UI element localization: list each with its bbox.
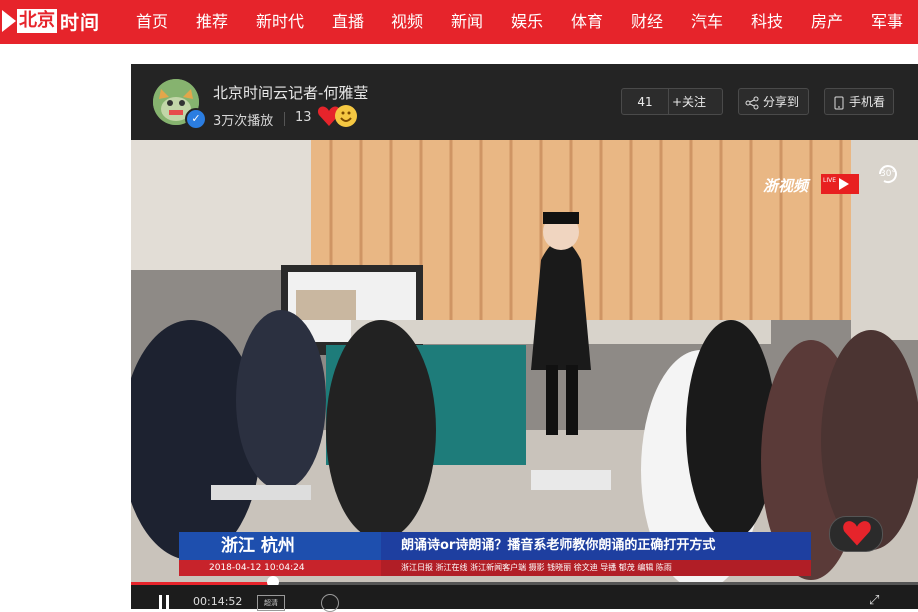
volume-icon[interactable] [321,594,339,612]
like-button[interactable] [829,516,883,552]
live-play-icon [839,178,849,190]
share-icon [745,89,759,116]
top-nav: 北京 时间 首页 推荐 新时代 直播 视频 新闻 娱乐 体育 财经 汽车 科技 … [0,0,918,44]
follower-count: 41 [622,89,669,114]
follow-button[interactable]: 41 +关注 [621,88,723,115]
video-player: ✓ 北京时间云记者-何雅莹 3万次播放 13 41 +关注 分享到 手机看 浙视… [131,64,918,612]
pause-icon[interactable] [159,595,169,609]
credits-banner: 浙江日报 浙江在线 浙江新闻客户端 摄影 钱晓丽 徐文迪 导播 郁茂 编辑 陈雨 [381,560,811,576]
nav-item-sports[interactable]: 体育 [571,11,603,33]
nav-item-new-era[interactable]: 新时代 [256,11,304,33]
phone-icon [834,89,844,116]
logo-text: 时间 [60,11,101,34]
heart-icon [842,519,872,551]
headline-banner: 朗诵诗or诗朗诵？播音系老师教你朗诵的正确打开方式 [381,532,811,560]
player-header: ✓ 北京时间云记者-何雅莹 3万次播放 13 41 +关注 分享到 手机看 [131,64,918,140]
channel-watermark: 浙视频 [763,177,809,195]
control-bar: 00:14:52 超清 ⤢ [131,585,918,612]
follow-label: +关注 [672,95,707,109]
logo-box-text: 北京 [17,9,57,33]
share-label: 分享到 [763,95,800,109]
live-badge: LIVE [821,174,859,194]
verified-icon: ✓ [185,108,207,130]
header-divider [284,112,285,126]
share-button[interactable]: 分享到 [738,88,809,115]
nav-item-news[interactable]: 新闻 [451,11,483,33]
live-badge-text: LIVE [823,177,837,184]
location-banner: 浙江 杭州 [179,532,381,560]
nav-item-tech[interactable]: 科技 [751,11,783,33]
nav-item-finance[interactable]: 财经 [631,11,663,33]
uploader-name[interactable]: 北京时间云记者-何雅莹 [213,82,368,103]
nav-item-live[interactable]: 直播 [332,11,364,33]
mobile-label: 手机看 [849,95,886,109]
site-logo[interactable]: 北京 时间 [0,6,100,36]
mobile-view-button[interactable]: 手机看 [824,88,894,115]
like-count: 13 [295,110,312,125]
nav-item-realestate[interactable]: 房产 [811,11,843,33]
play-count: 3万次播放 [213,114,274,129]
rotate-icon: 30° [876,162,900,186]
nav-item-recommend[interactable]: 推荐 [196,11,228,33]
current-time: 00:14:52 [193,595,243,608]
laugh-emoji-icon[interactable] [335,105,357,127]
video-frame[interactable]: 浙视频 LIVE 30° 浙江 杭州 朗诵诗or诗朗诵？播音系老师教你朗诵的正确… [131,140,918,582]
nav-item-video[interactable]: 视频 [391,11,423,33]
nav-item-military[interactable]: 军事 [871,11,903,33]
timestamp-banner: 2018-04-12 10:04:24 [179,560,381,576]
logo-play-icon [2,10,16,32]
nav-item-entertainment[interactable]: 娱乐 [511,11,543,33]
nav-item-auto[interactable]: 汽车 [691,11,723,33]
fullscreen-icon[interactable]: ⤢ [869,593,879,608]
nav-item-home[interactable]: 首页 [136,11,168,33]
